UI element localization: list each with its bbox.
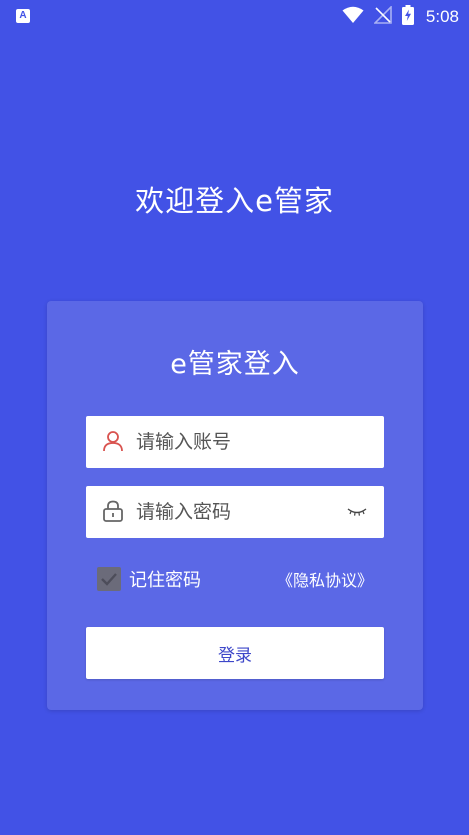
remember-password-checkbox[interactable] <box>97 567 121 591</box>
account-field[interactable] <box>86 416 384 468</box>
user-icon <box>101 429 125 453</box>
login-card: e管家登入 请输入账号 记住密码 《隐私协议》 登录 <box>47 301 423 710</box>
privacy-policy-link[interactable]: 《隐私协议》 <box>277 567 373 591</box>
status-icons: 5:08 <box>342 5 459 29</box>
wifi-icon <box>342 6 364 28</box>
card-title: e管家登入 <box>170 349 300 380</box>
welcome-title: 欢迎登入e管家 <box>135 184 334 218</box>
login-button[interactable]: 登录 <box>86 627 384 679</box>
status-time: 5:08 <box>425 7 459 26</box>
remember-password-label: 记住密码 <box>129 570 201 591</box>
lock-icon <box>101 499 125 523</box>
remember-password-row[interactable]: 记住密码 <box>97 566 201 592</box>
checkmark-icon <box>101 573 117 586</box>
app-notification-icon: A <box>16 9 30 23</box>
account-input[interactable] <box>136 416 336 468</box>
password-field[interactable] <box>86 486 384 538</box>
battery-charging-icon <box>401 5 414 29</box>
password-input[interactable] <box>136 486 336 538</box>
eye-closed-icon[interactable] <box>346 504 368 518</box>
status-bar: A 5:08 <box>0 0 469 34</box>
no-signal-icon <box>372 5 392 28</box>
